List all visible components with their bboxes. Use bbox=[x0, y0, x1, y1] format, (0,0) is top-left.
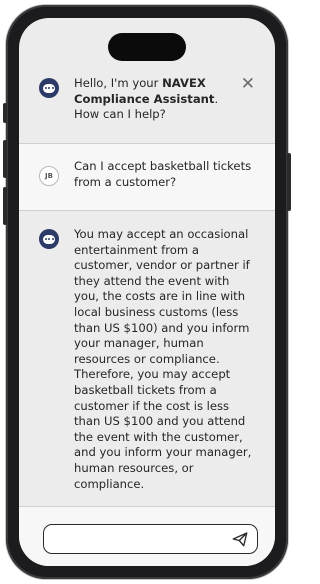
send-icon[interactable] bbox=[231, 530, 249, 548]
phone-volume-down bbox=[3, 187, 7, 225]
assistant-reply-text: You may accept an occasional entertainme… bbox=[74, 227, 252, 491]
chat-bubble-icon bbox=[39, 229, 59, 249]
composer bbox=[19, 506, 275, 566]
greeting-prompt: How can I help? bbox=[74, 107, 166, 122]
phone-power-button bbox=[287, 153, 291, 211]
dynamic-island bbox=[108, 33, 186, 61]
phone-volume-up bbox=[3, 140, 7, 178]
greeting-suffix: . bbox=[214, 91, 219, 106]
chat-screen: Hello, I'm your NAVEX Compliance Assista… bbox=[19, 18, 275, 566]
greeting-text: Hello, I'm your NAVEX Compliance Assista… bbox=[74, 76, 256, 123]
phone-side-button bbox=[3, 103, 7, 123]
divider bbox=[19, 210, 275, 211]
phone-frame: Hello, I'm your NAVEX Compliance Assista… bbox=[3, 5, 291, 579]
divider bbox=[19, 506, 275, 507]
user-avatar: JB bbox=[39, 166, 59, 186]
greeting-prefix: Hello, I'm your bbox=[74, 76, 163, 90]
close-icon[interactable]: ✕ bbox=[241, 76, 255, 93]
chat-bubble-icon bbox=[39, 78, 59, 98]
message-input[interactable] bbox=[43, 524, 258, 554]
user-message-text: Can I accept basketball tickets from a c… bbox=[74, 159, 252, 189]
